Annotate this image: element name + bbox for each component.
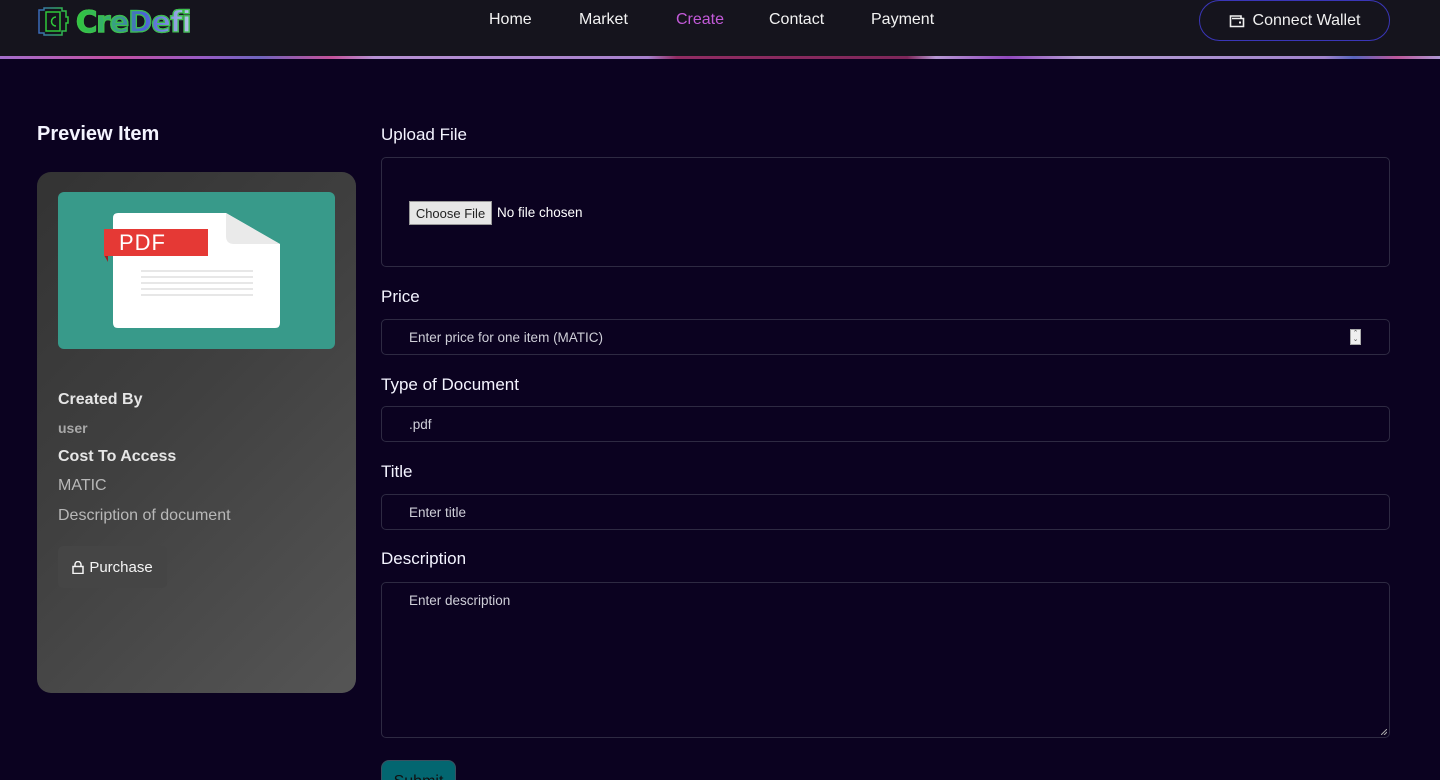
price-input[interactable]: Enter price for one item (MATIC) ⌃ ⌄ — [381, 319, 1390, 355]
document-thumbnail: PDF — [58, 192, 335, 349]
nav-contact[interactable]: Contact — [769, 11, 824, 29]
nav-create[interactable]: Create — [676, 11, 724, 29]
type-of-document-value: .pdf — [409, 416, 432, 432]
lock-icon — [72, 560, 85, 574]
connect-wallet-label: Connect Wallet — [1252, 11, 1361, 29]
type-of-document-input[interactable]: .pdf — [381, 406, 1390, 442]
nav-payment[interactable]: Payment — [871, 11, 934, 29]
description-label: Description — [381, 549, 467, 568]
description-text: Description of document — [58, 507, 231, 524]
logo[interactable]: CreDefi — [36, 4, 192, 40]
pdf-file-icon: PDF — [104, 213, 280, 328]
created-by-value: user — [58, 420, 88, 436]
safe-logo-icon — [38, 7, 69, 36]
upload-file-label: Upload File — [381, 125, 467, 144]
price-placeholder: Enter price for one item (MATIC) — [409, 329, 604, 345]
created-by-label: Created By — [58, 391, 143, 408]
purchase-label: Purchase — [89, 558, 153, 576]
price-label: Price — [381, 287, 420, 306]
type-of-document-label: Type of Document — [381, 375, 519, 394]
navbar: CreDefi Home Market Create Contact Payme… — [0, 0, 1440, 57]
title-input[interactable]: Enter title — [381, 494, 1390, 530]
number-spinner[interactable]: ⌃ ⌄ — [1350, 329, 1361, 345]
preview-card: PDF Created By user Cost To Access MATIC… — [37, 172, 356, 693]
upload-file-dropzone: Choose File No file chosen — [381, 157, 1390, 267]
cost-label: Cost To Access — [58, 448, 177, 465]
nav-market[interactable]: Market — [579, 11, 628, 29]
nav-home[interactable]: Home — [489, 11, 532, 29]
choose-file-button[interactable]: Choose File — [409, 201, 492, 225]
pdf-badge-text: PDF — [119, 230, 166, 255]
cost-value: MATIC — [58, 477, 107, 494]
description-placeholder: Enter description — [409, 593, 511, 608]
logo-text: CreDefi — [75, 4, 192, 39]
spin-down-icon[interactable]: ⌄ — [1353, 336, 1359, 343]
no-file-text: No file chosen — [497, 205, 583, 220]
submit-button[interactable]: Submit — [381, 760, 456, 780]
resize-grip-icon[interactable] — [1381, 729, 1387, 735]
wallet-icon — [1229, 14, 1244, 27]
description-textarea[interactable]: Enter description — [381, 582, 1390, 738]
navbar-glow-divider — [0, 56, 1440, 59]
purchase-button[interactable]: Purchase — [58, 546, 167, 588]
title-label: Title — [381, 462, 413, 481]
preview-title: Preview Item — [37, 123, 160, 145]
connect-wallet-button[interactable]: Connect Wallet — [1199, 0, 1390, 41]
title-placeholder: Enter title — [409, 504, 467, 520]
